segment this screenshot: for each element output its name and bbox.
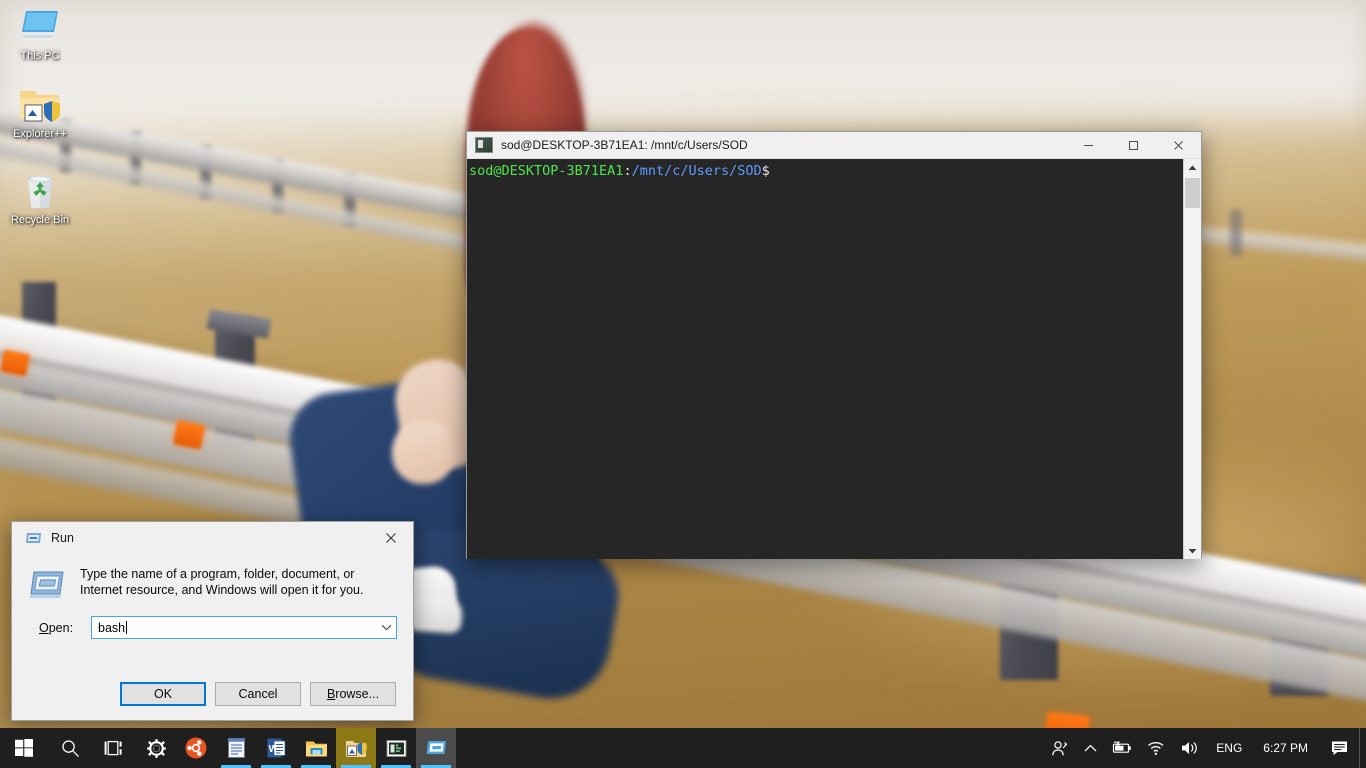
show-desktop-button[interactable] — [1359, 728, 1366, 768]
action-center-button[interactable] — [1320, 728, 1359, 768]
terminal-icon — [386, 739, 406, 757]
run-dialog-buttons: OK Cancel Browse... — [12, 682, 413, 706]
run-open-input[interactable]: bash — [92, 620, 376, 635]
search-icon — [61, 739, 79, 757]
ok-button[interactable]: OK — [120, 682, 206, 706]
clock[interactable]: 6:27 PM — [1251, 728, 1320, 768]
scrollbar-thumb[interactable] — [1185, 178, 1200, 208]
terminal-body[interactable]: sod@DESKTOP-3B71EA1:/mnt/c/Users/SOD$ — [467, 159, 1201, 559]
gear-icon — [146, 738, 166, 758]
language-indicator[interactable]: ENG — [1207, 728, 1251, 768]
notepad-icon — [227, 738, 245, 758]
taskbar-app-notepad[interactable] — [216, 728, 256, 768]
run-open-input-text: bash — [98, 620, 126, 635]
scrollbar-track[interactable] — [1184, 176, 1201, 542]
notification-icon — [1332, 741, 1347, 755]
desktop-screen: This PC Explorer++ Recycle Bin sod@DESKT… — [0, 0, 1366, 768]
terminal-title: sod@DESKTOP-3B71EA1: /mnt/c/Users/SOD — [501, 138, 748, 152]
desktop-icon-this-pc[interactable]: This PC — [2, 4, 78, 63]
browse-button-rest: rowse... — [335, 687, 380, 701]
taskbar-app-file-explorer[interactable] — [296, 728, 336, 768]
scrollbar-down-arrow-icon[interactable] — [1184, 542, 1201, 559]
desktop-icon-recycle-bin[interactable]: Recycle Bin — [2, 168, 78, 227]
wsl-terminal-icon — [475, 137, 493, 153]
terminal-close-button[interactable] — [1156, 132, 1201, 158]
monitor-icon — [2, 4, 78, 48]
run-dialog-titlebar[interactable]: Run — [12, 522, 413, 554]
battery-icon[interactable] — [1104, 728, 1140, 768]
run-open-combobox[interactable]: bash — [91, 616, 397, 639]
search-button[interactable] — [48, 728, 92, 768]
terminal-prompt-sigil: $ — [761, 163, 770, 179]
scrollbar-up-arrow-icon[interactable] — [1184, 159, 1201, 176]
browse-button[interactable]: Browse... — [310, 682, 396, 706]
wifi-icon[interactable] — [1140, 728, 1173, 768]
folder-icon — [305, 741, 327, 757]
run-dialog-description-row: Type the name of a program, folder, docu… — [12, 554, 413, 600]
run-dialog-title: Run — [51, 531, 74, 545]
recycle-bin-icon — [2, 168, 78, 212]
taskbar-app-explorer-pp[interactable] — [336, 728, 376, 768]
run-dialog[interactable]: Run Type the name of a program, folder, … — [11, 521, 414, 721]
run-window-icon — [426, 741, 446, 754]
terminal-prompt-path: /mnt/c/Users/SOD — [631, 163, 762, 179]
taskbar: W ENG 6:27 PM — [0, 728, 1366, 768]
ubuntu-icon — [185, 737, 207, 759]
terminal-window[interactable]: sod@DESKTOP-3B71EA1: /mnt/c/Users/SOD so… — [466, 131, 1202, 559]
run-dialog-close-button[interactable] — [369, 523, 413, 553]
browse-button-mnemonic: B — [326, 687, 336, 701]
run-open-label-mnemonic: O — [39, 620, 49, 635]
taskbar-app-word[interactable]: W — [256, 728, 296, 768]
terminal-minimize-button[interactable] — [1066, 132, 1111, 158]
run-window-icon — [25, 531, 42, 545]
chevron-down-icon[interactable] — [376, 624, 396, 631]
taskbar-app-settings[interactable] — [136, 728, 176, 768]
desktop-icon-explorer-pp[interactable]: Explorer++ — [2, 82, 78, 141]
cancel-button[interactable]: Cancel — [215, 682, 301, 706]
terminal-prompt-separator: : — [623, 163, 632, 179]
run-large-window-icon — [30, 568, 64, 600]
terminal-scrollbar[interactable] — [1183, 159, 1201, 559]
word-icon: W — [267, 738, 285, 758]
taskbar-app-terminal[interactable] — [376, 728, 416, 768]
text-caret — [126, 620, 128, 634]
desktop-icon-label: Explorer++ — [13, 128, 67, 140]
chevron-up-icon[interactable] — [1077, 728, 1104, 768]
speaker-icon[interactable] — [1173, 728, 1207, 768]
start-button[interactable] — [0, 728, 48, 768]
task-view-button[interactable] — [92, 728, 136, 768]
taskbar-app-ubuntu[interactable] — [176, 728, 216, 768]
run-open-label: Open: — [39, 621, 91, 635]
terminal-maximize-button[interactable] — [1111, 132, 1156, 158]
task-view-icon — [104, 740, 122, 755]
explorer-pp-icon — [346, 740, 367, 757]
run-dialog-description: Type the name of a program, folder, docu… — [80, 567, 364, 597]
taskbar-app-run[interactable] — [416, 728, 456, 768]
desktop-icon-label: This PC — [20, 50, 60, 62]
folder-shield-icon — [2, 82, 78, 126]
terminal-output[interactable]: sod@DESKTOP-3B71EA1:/mnt/c/Users/SOD$ — [467, 159, 1183, 559]
system-tray: ENG 6:27 PM — [1044, 728, 1366, 768]
windows-logo-icon — [15, 739, 33, 757]
run-dialog-open-row: Open: bash — [12, 600, 413, 639]
desktop-icon-label: Recycle Bin — [10, 214, 70, 226]
terminal-titlebar[interactable]: sod@DESKTOP-3B71EA1: /mnt/c/Users/SOD — [467, 132, 1201, 159]
run-open-label-rest: pen: — [48, 620, 74, 635]
people-icon[interactable] — [1044, 728, 1077, 768]
terminal-prompt-userhost: sod@DESKTOP-3B71EA1 — [469, 163, 624, 179]
